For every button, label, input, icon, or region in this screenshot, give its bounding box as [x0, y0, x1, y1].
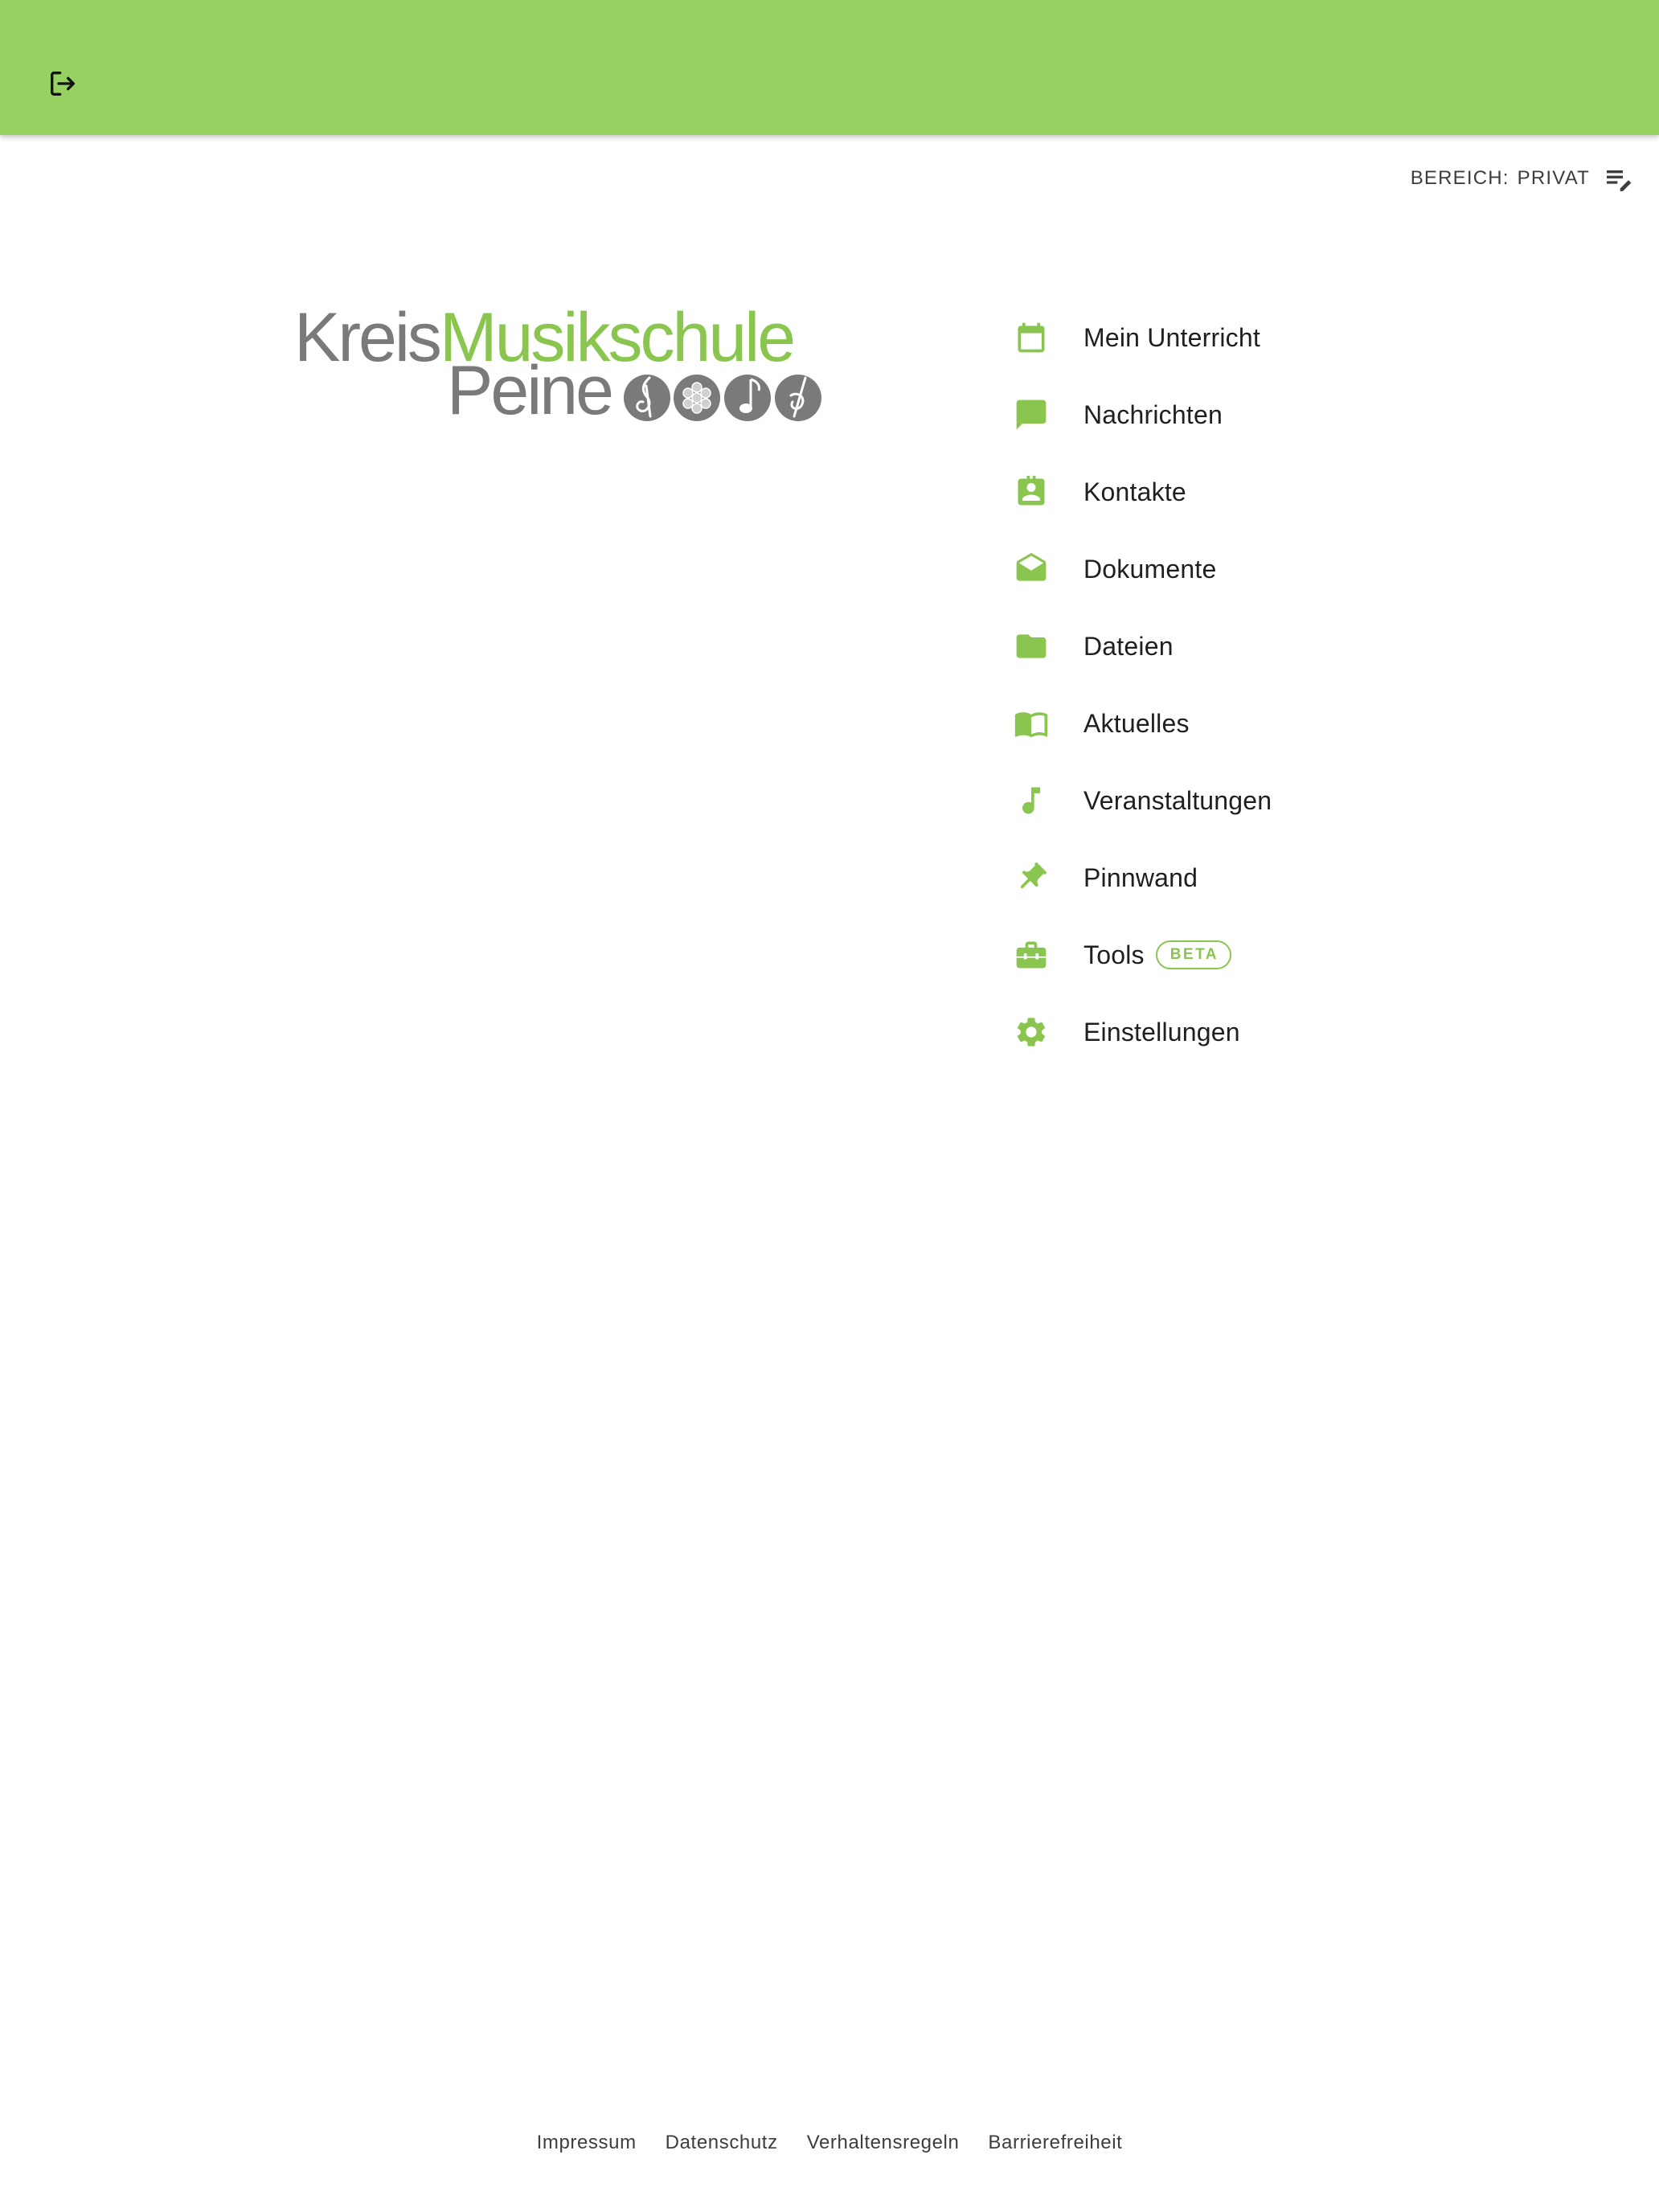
footer-link-barrierefreiheit[interactable]: Barrierefreiheit [988, 2132, 1122, 2154]
logo-peine: Peine [447, 352, 614, 429]
open-envelope-icon [1012, 550, 1051, 588]
gear-icon [1012, 1013, 1051, 1051]
music-note-icon [1012, 781, 1051, 820]
logout-icon [51, 72, 76, 96]
open-book-icon [1012, 704, 1051, 743]
menu-item-einstellungen[interactable]: Einstellungen [1002, 993, 1564, 1071]
app-bar [0, 0, 1659, 135]
menu-item-aktuelles[interactable]: Aktuelles [1002, 685, 1564, 762]
beta-badge: BETA [1155, 940, 1232, 969]
menu-item-kontakte[interactable]: Kontakte [1002, 453, 1564, 530]
toolbox-icon [1012, 936, 1051, 974]
menu-item-dokumente[interactable]: Dokumente [1002, 530, 1564, 608]
contact-card-icon [1012, 473, 1051, 511]
calendar-icon [1012, 318, 1051, 357]
menu-label: Veranstaltungen [1083, 785, 1272, 815]
menu-label: Dateien [1083, 631, 1174, 661]
area-value: PRIVAT [1517, 167, 1590, 189]
chat-bubble-icon [1012, 395, 1051, 434]
footer-link-impressum[interactable]: Impressum [537, 2132, 637, 2154]
edit-list-icon [1607, 170, 1632, 191]
area-switch-button[interactable]: BEREICH: PRIVAT [1411, 161, 1635, 196]
school-logo: KreisMusikschule Peine [289, 297, 836, 434]
menu-item-nachrichten[interactable]: Nachrichten [1002, 376, 1564, 453]
footer: Impressum Datenschutz Verhaltensregeln B… [0, 2132, 1659, 2154]
pushpin-icon [1012, 858, 1051, 897]
area-label: BEREICH: PRIVAT [1411, 167, 1590, 190]
music-emblems-icon [624, 375, 821, 421]
menu-item-tools[interactable]: Tools BETA [1002, 916, 1564, 993]
logout-button[interactable] [40, 63, 85, 104]
menu-item-dateien[interactable]: Dateien [1002, 608, 1564, 685]
menu-label: Einstellungen [1083, 1017, 1240, 1047]
menu-label: Aktuelles [1083, 708, 1190, 738]
menu-label: Kontakte [1083, 477, 1186, 506]
menu-label: Nachrichten [1083, 399, 1223, 429]
menu-item-mein-unterricht[interactable]: Mein Unterricht [1002, 299, 1564, 376]
menu-label: Pinnwand [1083, 862, 1198, 892]
menu-label: Mein Unterricht [1083, 322, 1260, 352]
menu-label: Dokumente [1083, 554, 1217, 584]
folder-icon [1012, 627, 1051, 666]
logo-kreis: Kreis [294, 299, 442, 376]
menu-label: Tools [1083, 940, 1145, 969]
main-menu: Mein Unterricht Nachrichten Kontakte Dok… [1002, 299, 1564, 1071]
footer-link-verhaltensregeln[interactable]: Verhaltensregeln [807, 2132, 960, 2154]
menu-item-pinnwand[interactable]: Pinnwand [1002, 839, 1564, 916]
menu-item-veranstaltungen[interactable]: Veranstaltungen [1002, 762, 1564, 839]
area-prefix: BEREICH: [1410, 167, 1509, 189]
footer-link-datenschutz[interactable]: Datenschutz [666, 2132, 778, 2154]
